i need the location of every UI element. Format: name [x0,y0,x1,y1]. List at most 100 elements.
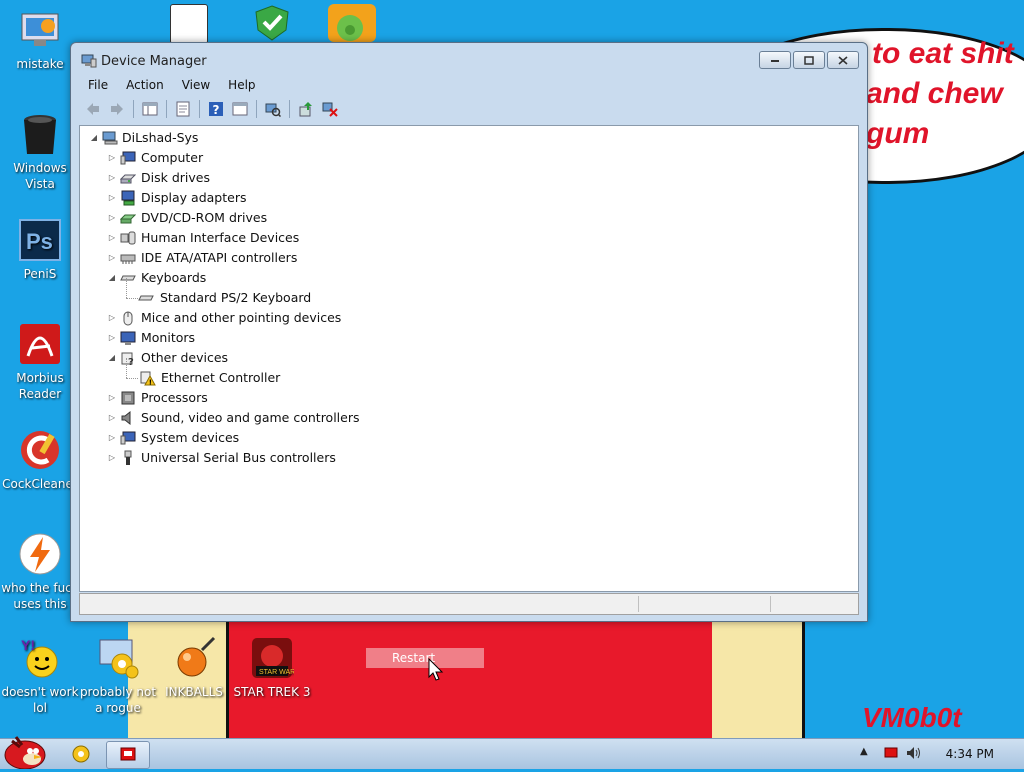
collapse-arrow-icon[interactable]: ◢ [90,128,98,148]
expand-arrow-icon[interactable]: ▷ [108,228,116,248]
tree-node-label: Other devices [141,350,229,365]
menu-help[interactable]: Help [219,75,264,95]
properties-button[interactable] [173,99,193,119]
hid-icon [120,231,136,245]
collapse-arrow-icon[interactable]: ◢ [108,348,116,368]
desktop-icon-label: Windows Vista [13,161,67,191]
desktop-icon-inkballs[interactable]: INKBALLS [154,636,234,700]
tree-root-label: DiLshad-Sys [122,130,199,145]
desktop-icon-doesnt-work-lol[interactable]: Y! doesn't work lol [0,636,80,716]
network-icon[interactable] [884,746,898,763]
menu-action[interactable]: Action [117,75,173,95]
expand-arrow-icon[interactable]: ▷ [108,308,116,328]
tree-node-label: IDE ATA/ATAPI controllers [141,250,298,265]
folder-gear-icon [72,745,90,763]
desktop-icon-morbius-reader[interactable]: Morbius Reader [0,322,80,402]
expand-arrow-icon[interactable]: ▷ [108,208,116,228]
expand-arrow-icon[interactable]: ▷ [108,188,116,208]
expand-arrow-icon[interactable]: ▷ [108,428,116,448]
scan-hardware-icon [265,103,281,117]
status-bar-divider [770,596,771,612]
forward-button[interactable] [107,99,127,119]
computer-icon [102,131,118,145]
photoshop-icon: Ps [18,218,62,262]
device-manager-window[interactable]: Device Manager File Action View Help ? ◢… [70,42,868,622]
window-title-bar[interactable]: Device Manager [71,43,867,75]
expand-arrow-icon[interactable]: ▷ [108,148,116,168]
keyboard-icon [120,275,136,281]
update-driver-icon [299,102,312,117]
processor-icon [121,391,135,405]
desktop-icon-mistake[interactable]: mistake [0,8,80,72]
window-title: Device Manager [101,54,207,69]
tree-node-label: Mice and other pointing devices [141,310,342,325]
expand-arrow-icon[interactable]: ▷ [108,408,116,428]
scan-hardware-button[interactable] [263,99,283,119]
show-hide-console-tree-button[interactable] [140,99,160,119]
tree-node-label: System devices [141,430,240,445]
wallpaper-text-line-2: and chew [866,77,1003,110]
maximize-button[interactable] [793,51,825,69]
taskbar-pinned-explorer[interactable] [60,741,102,767]
cleaner-icon [18,428,62,472]
trash-bin-icon [18,112,62,156]
back-button[interactable] [83,99,103,119]
device-tree[interactable]: ◢ DiLshad-Sys ▷ Computer ▷ Disk drives ▷… [79,125,859,592]
update-driver-button[interactable] [296,99,316,119]
tree-node-label: Standard PS/2 Keyboard [160,290,312,305]
collapse-arrow-icon[interactable]: ◢ [108,268,116,288]
desktop-icon-who-the-fuck-uses-this[interactable]: who the fuck uses this [0,532,80,612]
taskbar-device-manager-button[interactable] [106,741,150,769]
toolbar-separator [289,100,290,118]
volume-icon[interactable] [906,746,922,763]
view-button[interactable] [230,99,250,119]
forward-arrow-icon [111,103,123,115]
tree-connector-line [126,358,128,378]
settings-gears-icon [96,636,140,680]
tree-node-label: Ethernet Controller [161,370,281,385]
desktop-icon-star-trek-3[interactable]: STAR WARS STAR TREK 3 [232,636,312,700]
expand-arrow-icon[interactable]: ▷ [108,168,116,188]
help-icon: ? [209,102,223,117]
desktop-icon-cockcleaner[interactable]: CockCleaner [0,428,80,492]
svg-text:?: ? [213,103,220,117]
uninstall-button[interactable] [320,99,340,119]
tree-connector-line [126,278,128,298]
minimize-button[interactable] [759,51,791,69]
expand-arrow-icon[interactable]: ▷ [108,328,116,348]
desktop-icon-penis[interactable]: Ps PeniS [0,218,80,282]
status-bar-divider [638,596,639,612]
restart-tooltip: Restart [366,648,484,668]
desktop-icon-label: mistake [16,57,64,71]
expand-arrow-icon[interactable]: ▷ [108,248,116,268]
desktop-icon-security-partial[interactable] [252,4,292,42]
tree-node-label: Keyboards [141,270,207,285]
status-bar [79,593,859,615]
menu-view[interactable]: View [173,75,219,95]
back-arrow-icon [87,103,99,115]
expand-arrow-icon[interactable]: ▷ [108,388,116,408]
desktop-icon-probably-not-a-rogue[interactable]: probably not a rogue [78,636,158,716]
inkball-icon [172,636,216,680]
tree-root[interactable]: ◢ DiLshad-Sys [88,128,288,148]
desktop-icon-label: INKBALLS [165,685,223,699]
tree-node-label: Monitors [141,330,196,345]
desktop-icon-bad-piggies-partial[interactable] [328,4,376,42]
warning-device-icon: ! [140,371,156,386]
show-hidden-icons-arrow[interactable]: ▲ [860,746,868,757]
maximize-icon [804,55,814,65]
desktop-icon-windows-vista[interactable]: Windows Vista [0,112,80,192]
taskbar-clock[interactable]: 4:34 PM [946,739,994,769]
expand-arrow-icon[interactable]: ▷ [108,448,116,468]
help-button[interactable]: ? [206,99,226,119]
wallpaper-text-line-1: to eat shit [872,37,1014,70]
close-button[interactable] [827,51,859,69]
start-button[interactable] [2,731,48,770]
desktop-icon-solitaire-partial[interactable] [170,4,208,44]
dvd-drive-icon [120,214,136,224]
desktop-icon-label: STAR TREK 3 [233,685,311,699]
show-hide-tree-icon [142,102,158,116]
yahoo-messenger-icon: Y! [18,636,62,680]
toolbar-separator [256,100,257,118]
menu-file[interactable]: File [79,75,117,95]
